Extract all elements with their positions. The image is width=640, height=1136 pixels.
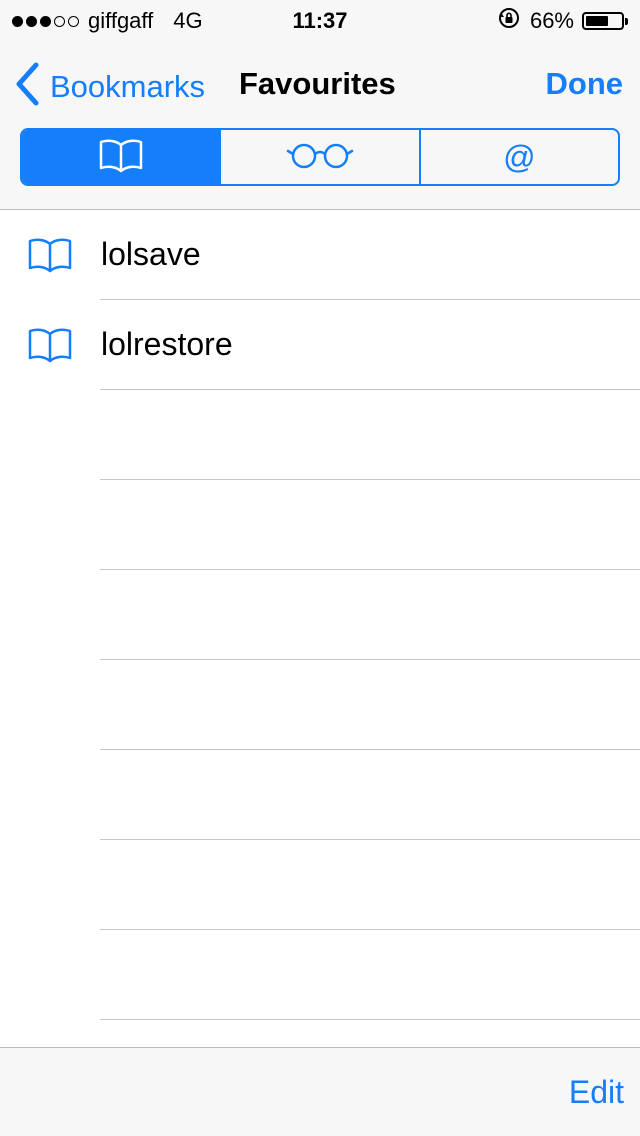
top-bar: giffgaff 4G 11:37 66% Bookmarks Favourit… [0,0,640,210]
empty-row [0,660,640,750]
open-book-icon [98,137,144,178]
back-label: Bookmarks [50,68,206,104]
battery-area: 66% [498,7,628,35]
rotation-lock-icon [498,7,520,35]
bookmark-title: lolrestore [101,326,233,362]
battery-percent: 66% [529,8,574,33]
bookmarks-list: lolsave lolrestore [0,210,640,1020]
glasses-icon [286,140,354,175]
battery-fill [586,16,608,26]
segment-bookmarks[interactable] [22,130,220,184]
bookmark-title: lolsave [101,236,201,272]
battery-icon [582,12,624,30]
back-button[interactable]: Bookmarks [14,62,205,111]
segment-reading-list[interactable] [219,130,418,184]
row-separator [100,1019,640,1020]
book-icon [27,325,73,370]
empty-row [0,480,640,570]
empty-row [0,840,640,930]
segment-shared-links[interactable]: @ [418,130,618,184]
navigation-bar: Bookmarks Favourites Done [0,56,640,112]
chevron-left-icon [14,62,40,111]
bottom-toolbar: Edit [0,1047,640,1136]
empty-row [0,930,640,1020]
edit-button[interactable]: Edit [569,1074,624,1111]
segmented-control: @ [20,128,620,186]
battery-tip [625,17,628,25]
book-icon [27,235,73,280]
done-button[interactable]: Done [546,66,624,102]
page-title: Favourites [239,66,396,101]
list-item[interactable]: lolrestore [0,300,640,390]
status-bar: giffgaff 4G 11:37 66% [0,0,640,40]
empty-row [0,750,640,840]
empty-row [0,570,640,660]
list-item[interactable]: lolsave [0,210,640,300]
empty-row [0,390,640,480]
at-sign-icon: @ [503,139,536,175]
